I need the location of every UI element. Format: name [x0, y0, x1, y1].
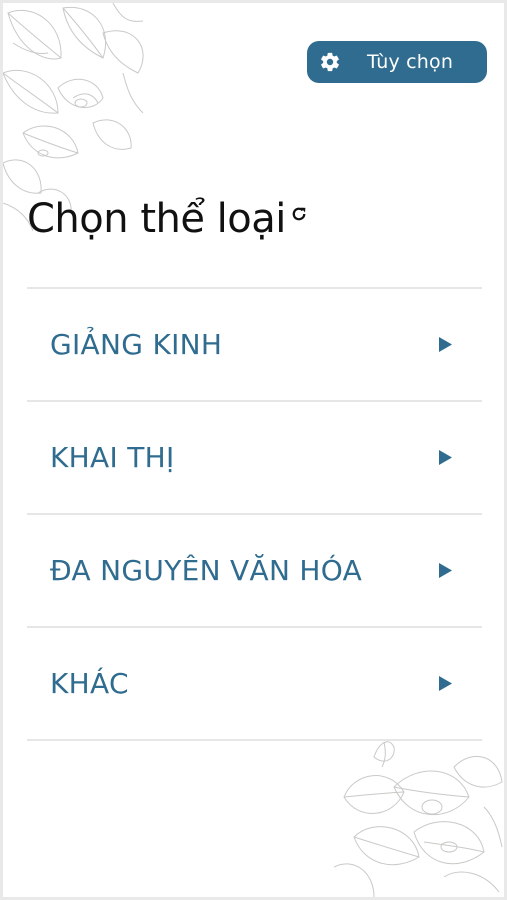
page-title-row: Chọn thể loại — [27, 193, 310, 245]
category-item-khai-thi[interactable]: KHAI THỊ — [27, 402, 482, 515]
refresh-icon[interactable] — [288, 203, 310, 225]
triangle-right-icon — [438, 450, 452, 466]
options-button[interactable]: Tùy chọn — [307, 41, 487, 83]
floral-decoration-bottom-right — [334, 741, 503, 897]
category-item-giang-kinh[interactable]: GIẢNG KINH — [27, 289, 482, 402]
category-item-da-nguyen-van-hoa[interactable]: ĐA NGUYÊN VĂN HÓA — [27, 515, 482, 628]
app-screen: Tùy chọn Chọn thể loại GIẢNG KINH KHAI T… — [0, 0, 507, 900]
triangle-right-icon — [438, 676, 452, 692]
triangle-right-icon — [438, 563, 452, 579]
page-title: Chọn thể loại — [27, 196, 286, 242]
gear-icon — [319, 51, 341, 73]
category-label: GIẢNG KINH — [50, 328, 223, 361]
category-item-khac[interactable]: KHÁC — [27, 628, 482, 741]
triangle-right-icon — [438, 337, 452, 353]
category-label: ĐA NGUYÊN VĂN HÓA — [50, 554, 363, 587]
options-button-label: Tùy chọn — [367, 51, 454, 73]
category-label: KHAI THỊ — [50, 441, 175, 474]
category-label: KHÁC — [50, 667, 129, 700]
category-list: GIẢNG KINH KHAI THỊ ĐA NGUYÊN VĂN HÓA KH… — [27, 287, 482, 741]
